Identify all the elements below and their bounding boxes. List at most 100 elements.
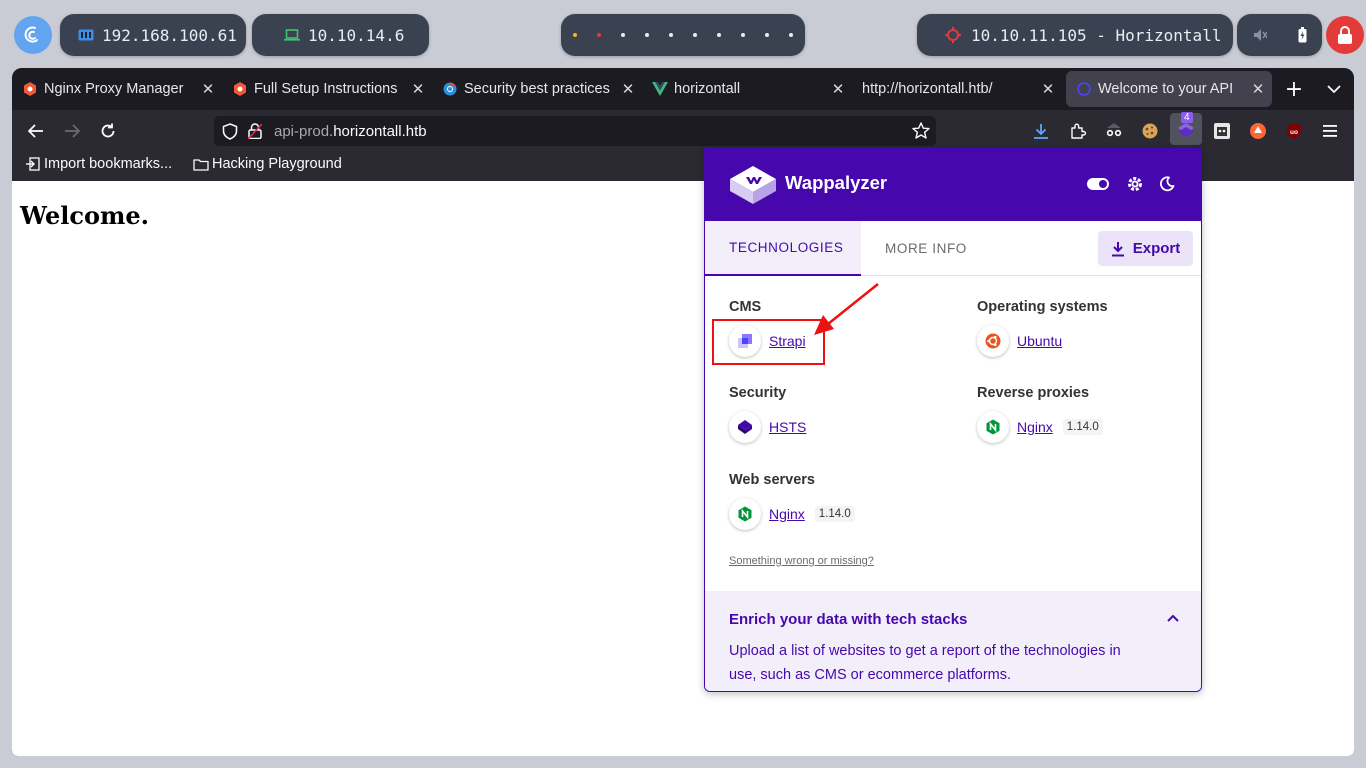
category-security: Security bbox=[729, 385, 787, 401]
proxy-toggle-extension[interactable] bbox=[1245, 118, 1271, 144]
tab-close-button[interactable]: ✕ bbox=[1034, 80, 1062, 98]
tech-version: 1.14.0 bbox=[1062, 419, 1103, 435]
workspace-dot-4[interactable] bbox=[645, 33, 649, 37]
bookmark-star-icon[interactable] bbox=[912, 122, 930, 139]
debian-menu-button[interactable] bbox=[14, 16, 52, 54]
tab-strip: Nginx Proxy Manager ✕ Full Setup Instruc… bbox=[12, 68, 1354, 110]
page-heading: Welcome. bbox=[20, 201, 150, 230]
tab-security-best-practices[interactable]: Security best practices ✕ bbox=[432, 71, 642, 107]
workspace-dot-7[interactable] bbox=[717, 33, 721, 37]
wappalyzer-extension-button[interactable]: 4 bbox=[1170, 112, 1202, 145]
tab-close-button[interactable]: ✕ bbox=[1244, 80, 1272, 98]
target-widget[interactable]: 10.10.11.105 - Horizontall bbox=[917, 14, 1233, 56]
lock-screen-button[interactable] bbox=[1326, 16, 1364, 54]
target-text: 10.10.11.105 - Horizontall bbox=[971, 25, 1222, 45]
import-bookmarks-item[interactable]: Import bookmarks... bbox=[26, 156, 172, 172]
tab-nginx-proxy-manager[interactable]: Nginx Proxy Manager ✕ bbox=[12, 71, 222, 107]
back-button[interactable] bbox=[23, 118, 49, 144]
nginx-proxy-icon bbox=[22, 81, 38, 97]
shield-icon[interactable] bbox=[222, 122, 238, 140]
tech-nginx-server[interactable]: Nginx 1.14.0 bbox=[729, 498, 855, 530]
workspace-dot-8[interactable] bbox=[741, 33, 745, 37]
new-tab-button[interactable]: + bbox=[1281, 76, 1307, 102]
extension-badge: 4 bbox=[1181, 112, 1193, 123]
export-button[interactable]: Export bbox=[1098, 231, 1193, 266]
tab-close-button[interactable]: ✕ bbox=[824, 80, 852, 98]
workspace-dot-5[interactable] bbox=[669, 33, 673, 37]
cookie-editor-extension[interactable] bbox=[1137, 118, 1163, 144]
nginx-icon bbox=[729, 498, 761, 530]
download-icon bbox=[1111, 241, 1124, 256]
workspace-dot-9[interactable] bbox=[765, 33, 769, 37]
vpn-ip-text: 10.10.14.6 bbox=[308, 25, 405, 45]
arrow-left-icon bbox=[28, 124, 43, 138]
wappalyzer-popup: Wappalyzer TECHNOLOGIES MORE INFO Export… bbox=[704, 148, 1202, 692]
workspace-dot-6[interactable] bbox=[693, 33, 697, 37]
wappalyzer-header: Wappalyzer bbox=[705, 149, 1201, 221]
bookmark-label: Import bookmarks... bbox=[44, 156, 173, 172]
tab-welcome-to-your-api[interactable]: Welcome to your API ✕ bbox=[1066, 71, 1272, 107]
local-ip-widget[interactable]: 192.168.100.61 bbox=[60, 14, 246, 56]
tab-horizontall[interactable]: horizontall ✕ bbox=[642, 71, 852, 107]
workspace-dot-1[interactable] bbox=[573, 33, 577, 37]
tab-more-info[interactable]: MORE INFO bbox=[885, 221, 967, 276]
network-icon bbox=[78, 28, 94, 42]
insecure-lock-icon[interactable] bbox=[248, 123, 262, 139]
tech-name[interactable]: HSTS bbox=[769, 419, 806, 435]
tab-full-setup-instructions[interactable]: Full Setup Instructions ✕ bbox=[222, 71, 432, 107]
tab-close-button[interactable]: ✕ bbox=[404, 80, 432, 98]
tech-name[interactable]: Nginx bbox=[769, 506, 805, 522]
nginx-icon bbox=[977, 411, 1009, 443]
tech-version: 1.14.0 bbox=[814, 506, 855, 522]
burp-icon bbox=[1250, 123, 1266, 139]
tab-title: horizontall bbox=[674, 81, 741, 97]
reload-button[interactable] bbox=[95, 118, 121, 144]
workspace-dot-2[interactable] bbox=[597, 33, 601, 37]
reload-icon bbox=[101, 123, 115, 138]
tab-close-button[interactable]: ✕ bbox=[194, 80, 222, 98]
url-bar[interactable]: api-prod.horizontall.htb bbox=[214, 116, 936, 146]
tab-close-button[interactable]: ✕ bbox=[614, 80, 642, 98]
hacking-playground-folder[interactable]: Hacking Playground bbox=[193, 156, 342, 172]
vpn-ip-widget[interactable]: 10.10.14.6 bbox=[252, 14, 429, 56]
settings-gear-icon[interactable] bbox=[1126, 175, 1144, 193]
tech-name[interactable]: Ubuntu bbox=[1017, 333, 1062, 349]
foxyproxy-extension[interactable] bbox=[1101, 118, 1127, 144]
tech-nginx-proxy[interactable]: Nginx 1.14.0 bbox=[977, 411, 1103, 443]
battery-icon[interactable] bbox=[1298, 27, 1307, 43]
dark-mode-moon-icon[interactable] bbox=[1159, 176, 1175, 192]
nav-toolbar: api-prod.horizontall.htb 4 uo bbox=[12, 110, 1354, 152]
mute-icon[interactable] bbox=[1253, 28, 1267, 42]
downloads-button[interactable] bbox=[1028, 118, 1054, 144]
extensions-button[interactable] bbox=[1065, 118, 1091, 144]
forward-button[interactable] bbox=[59, 118, 85, 144]
import-icon bbox=[26, 157, 40, 171]
tab-title: http://horizontall.htb/ bbox=[862, 81, 993, 97]
list-tabs-button[interactable] bbox=[1321, 76, 1347, 102]
something-missing-link[interactable]: Something wrong or missing? bbox=[729, 555, 874, 567]
local-ip-text: 192.168.100.61 bbox=[102, 25, 237, 45]
tray-widget bbox=[1237, 14, 1322, 56]
workspace-dot-10[interactable] bbox=[789, 33, 793, 37]
toggle-switch-icon[interactable] bbox=[1087, 178, 1109, 190]
hacktools-icon bbox=[1214, 123, 1230, 139]
workspace-dot-3[interactable] bbox=[621, 33, 625, 37]
workspace-switcher[interactable] bbox=[561, 14, 805, 56]
tech-ubuntu[interactable]: Ubuntu bbox=[977, 325, 1062, 357]
cookie-icon bbox=[1142, 123, 1158, 139]
tab-technologies[interactable]: TECHNOLOGIES bbox=[705, 221, 861, 276]
tab-title: Full Setup Instructions bbox=[254, 81, 398, 97]
hacktools-extension[interactable] bbox=[1209, 118, 1235, 144]
collapse-chevron-icon[interactable] bbox=[1167, 609, 1179, 626]
tab-title: Welcome to your API bbox=[1098, 81, 1234, 97]
nginx-proxy-icon bbox=[232, 81, 248, 97]
url-domain: horizontall.htb bbox=[333, 122, 427, 140]
ublock-extension[interactable]: uo bbox=[1281, 118, 1307, 144]
tab-horizontall-htb[interactable]: http://horizontall.htb/ ✕ bbox=[852, 71, 1062, 107]
vue-icon bbox=[652, 81, 668, 97]
tech-name[interactable]: Nginx bbox=[1017, 419, 1053, 435]
hamburger-icon bbox=[1323, 125, 1337, 137]
app-menu-button[interactable] bbox=[1317, 118, 1343, 144]
tech-hsts[interactable]: HSTS bbox=[729, 411, 806, 443]
wappalyzer-logo bbox=[730, 166, 776, 204]
